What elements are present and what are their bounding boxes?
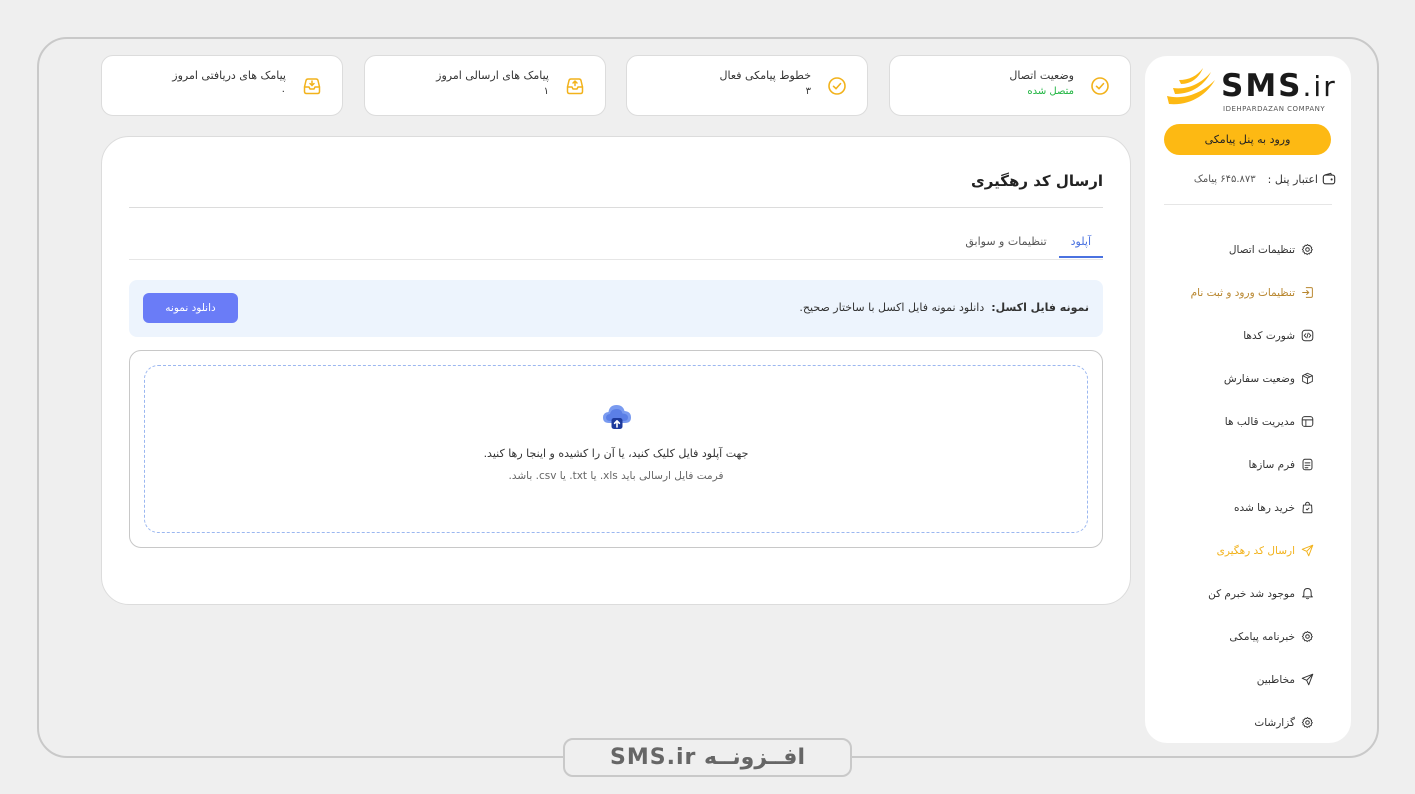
stat-card-sent: پیامک های ارسالی امروز ۱ [364,55,606,116]
template-icon [1301,416,1314,427]
package-icon [1302,372,1313,385]
stat-card-connection: وضعیت اتصال متصل شده [889,55,1131,116]
notice-body: دانلود نمونه فایل اکسل با ساختار صحیح. [799,301,985,314]
upload-box: جهت آپلود فایل کلیک کنید، یا آن را کشیده… [129,350,1103,548]
upload-format-hint: فرمت فایل ارسالی باید xls. یا txt. یا cs… [508,470,724,482]
login-icon [1302,287,1313,298]
main-card: ارسال کد رهگیری آپلود تنظیمات و سوابق نم… [101,136,1131,605]
stat-value: ۱ [543,86,549,97]
gear-icon [1301,631,1313,643]
download-sample-button[interactable]: دانلود نمونه [143,293,238,323]
outbox-icon [566,78,584,95]
code-icon [1301,329,1314,342]
stat-label: پیامک های ارسالی امروز [436,69,549,82]
sidebar-item-8[interactable]: ارسال کد رهگیری [1191,529,1314,572]
stat-value: ۳ [805,86,811,97]
sidebar-item-6[interactable]: فرم سازها [1191,443,1314,486]
tab-settings-history[interactable]: تنظیمات و سوابق [953,229,1058,258]
sidebar-divider [1164,204,1332,205]
wallet-icon [1322,172,1336,185]
stat-label: وضعیت اتصال [1009,69,1074,82]
logo-wings-icon [1167,68,1215,105]
check-circle-icon [828,77,846,95]
stat-card-received: پیامک های دریافتی امروز ۰ [101,55,343,116]
credit-label: اعتبار پنل : [1267,172,1318,186]
sidebar-item-4[interactable]: وضعیت سفارش [1191,357,1314,400]
stat-label: خطوط پیامکی فعال [719,69,811,82]
send-icon [1301,544,1314,557]
sidebar-item-label: تنظیمات اتصال [1228,243,1295,256]
brand-name: SMS.ir [1221,68,1337,104]
tab-divider [129,259,1103,260]
cloud-upload-icon [603,405,631,429]
check-circle-icon [1091,77,1109,95]
sidebar-item-label: فرم سازها [1248,458,1295,471]
gear-icon [1301,244,1313,256]
sidebar-item-3[interactable]: شورت کدها [1191,314,1314,357]
notice-text: نمونه فایل اکسل: دانلود نمونه فایل اکسل … [799,301,1089,314]
tab-upload[interactable]: آپلود [1058,229,1103,258]
tab-bar: آپلود تنظیمات و سوابق [953,229,1103,258]
stat-value: ۰ [280,86,286,97]
page-title: ارسال کد رهگیری [971,172,1103,190]
bag-icon [1302,501,1313,514]
sidebar-menu: تنظیمات اتصال تنظیمات ورود و ثبت نام شورت … [1191,228,1314,744]
title-divider [129,207,1103,208]
brand-subtitle: IDEHPARDAZAN COMPANY [1223,105,1326,113]
sidebar-item-9[interactable]: موجود شد خبرم کن [1191,572,1314,615]
footer-badge: افــزونــه SMS.ir [563,738,852,777]
stat-card-lines: خطوط پیامکی فعال ۳ [626,55,868,116]
sms-panel-login-button[interactable]: ورود به پنل پیامکی [1164,124,1331,155]
stat-label: پیامک های دریافتی امروز [172,69,286,82]
upload-instructions: جهت آپلود فایل کلیک کنید، یا آن را کشیده… [483,447,749,460]
sidebar-item-7[interactable]: خرید رها شده [1191,486,1314,529]
stat-value: متصل شده [1027,86,1074,97]
sidebar-item-2[interactable]: تنظیمات ورود و ثبت نام [1191,271,1314,314]
sidebar-item-12[interactable]: گزارشات [1191,701,1314,744]
brand-logo: SMS.ir IDEHPARDAZAN COMPANY [1163,66,1335,114]
sidebar-item-10[interactable]: خبرنامه پیامکی [1191,615,1314,658]
sidebar-item-label: خرید رها شده [1233,501,1295,514]
form-icon [1302,458,1313,471]
sidebar-item-label: وضعیت سفارش [1223,372,1295,385]
sidebar-item-1[interactable]: تنظیمات اتصال [1191,228,1314,271]
sidebar-item-11[interactable]: مخاطبین [1191,658,1314,701]
sidebar-item-label: ارسال کد رهگیری [1216,544,1295,557]
sidebar-item-label: خبرنامه پیامکی [1229,630,1295,643]
inbox-icon [303,78,321,95]
send-icon [1301,673,1314,686]
upload-dropzone[interactable]: جهت آپلود فایل کلیک کنید، یا آن را کشیده… [144,365,1088,533]
sidebar-item-label: تنظیمات ورود و ثبت نام [1190,286,1295,299]
sidebar-item-label: شورت کدها [1243,329,1295,342]
sidebar-item-label: مخاطبین [1256,673,1295,686]
sample-file-notice: نمونه فایل اکسل: دانلود نمونه فایل اکسل … [129,280,1103,337]
sidebar-item-label: گزارشات [1254,716,1295,729]
sidebar-item-label: موجود شد خبرم کن [1208,587,1295,600]
sidebar-item-label: مدیریت قالب ها [1224,415,1295,428]
credit-value: ۶۴۵.۸۷۳ پیامک [1193,173,1256,185]
sidebar: SMS.ir IDEHPARDAZAN COMPANY ورود به پنل … [1145,56,1351,743]
sidebar-item-5[interactable]: مدیریت قالب ها [1191,400,1314,443]
bell-icon [1302,587,1313,600]
gear-icon [1301,717,1313,729]
notice-bold: نمونه فایل اکسل: [991,301,1089,314]
panel-credit: اعتبار پنل : ۶۴۵.۸۷۳ پیامک [1194,172,1336,186]
